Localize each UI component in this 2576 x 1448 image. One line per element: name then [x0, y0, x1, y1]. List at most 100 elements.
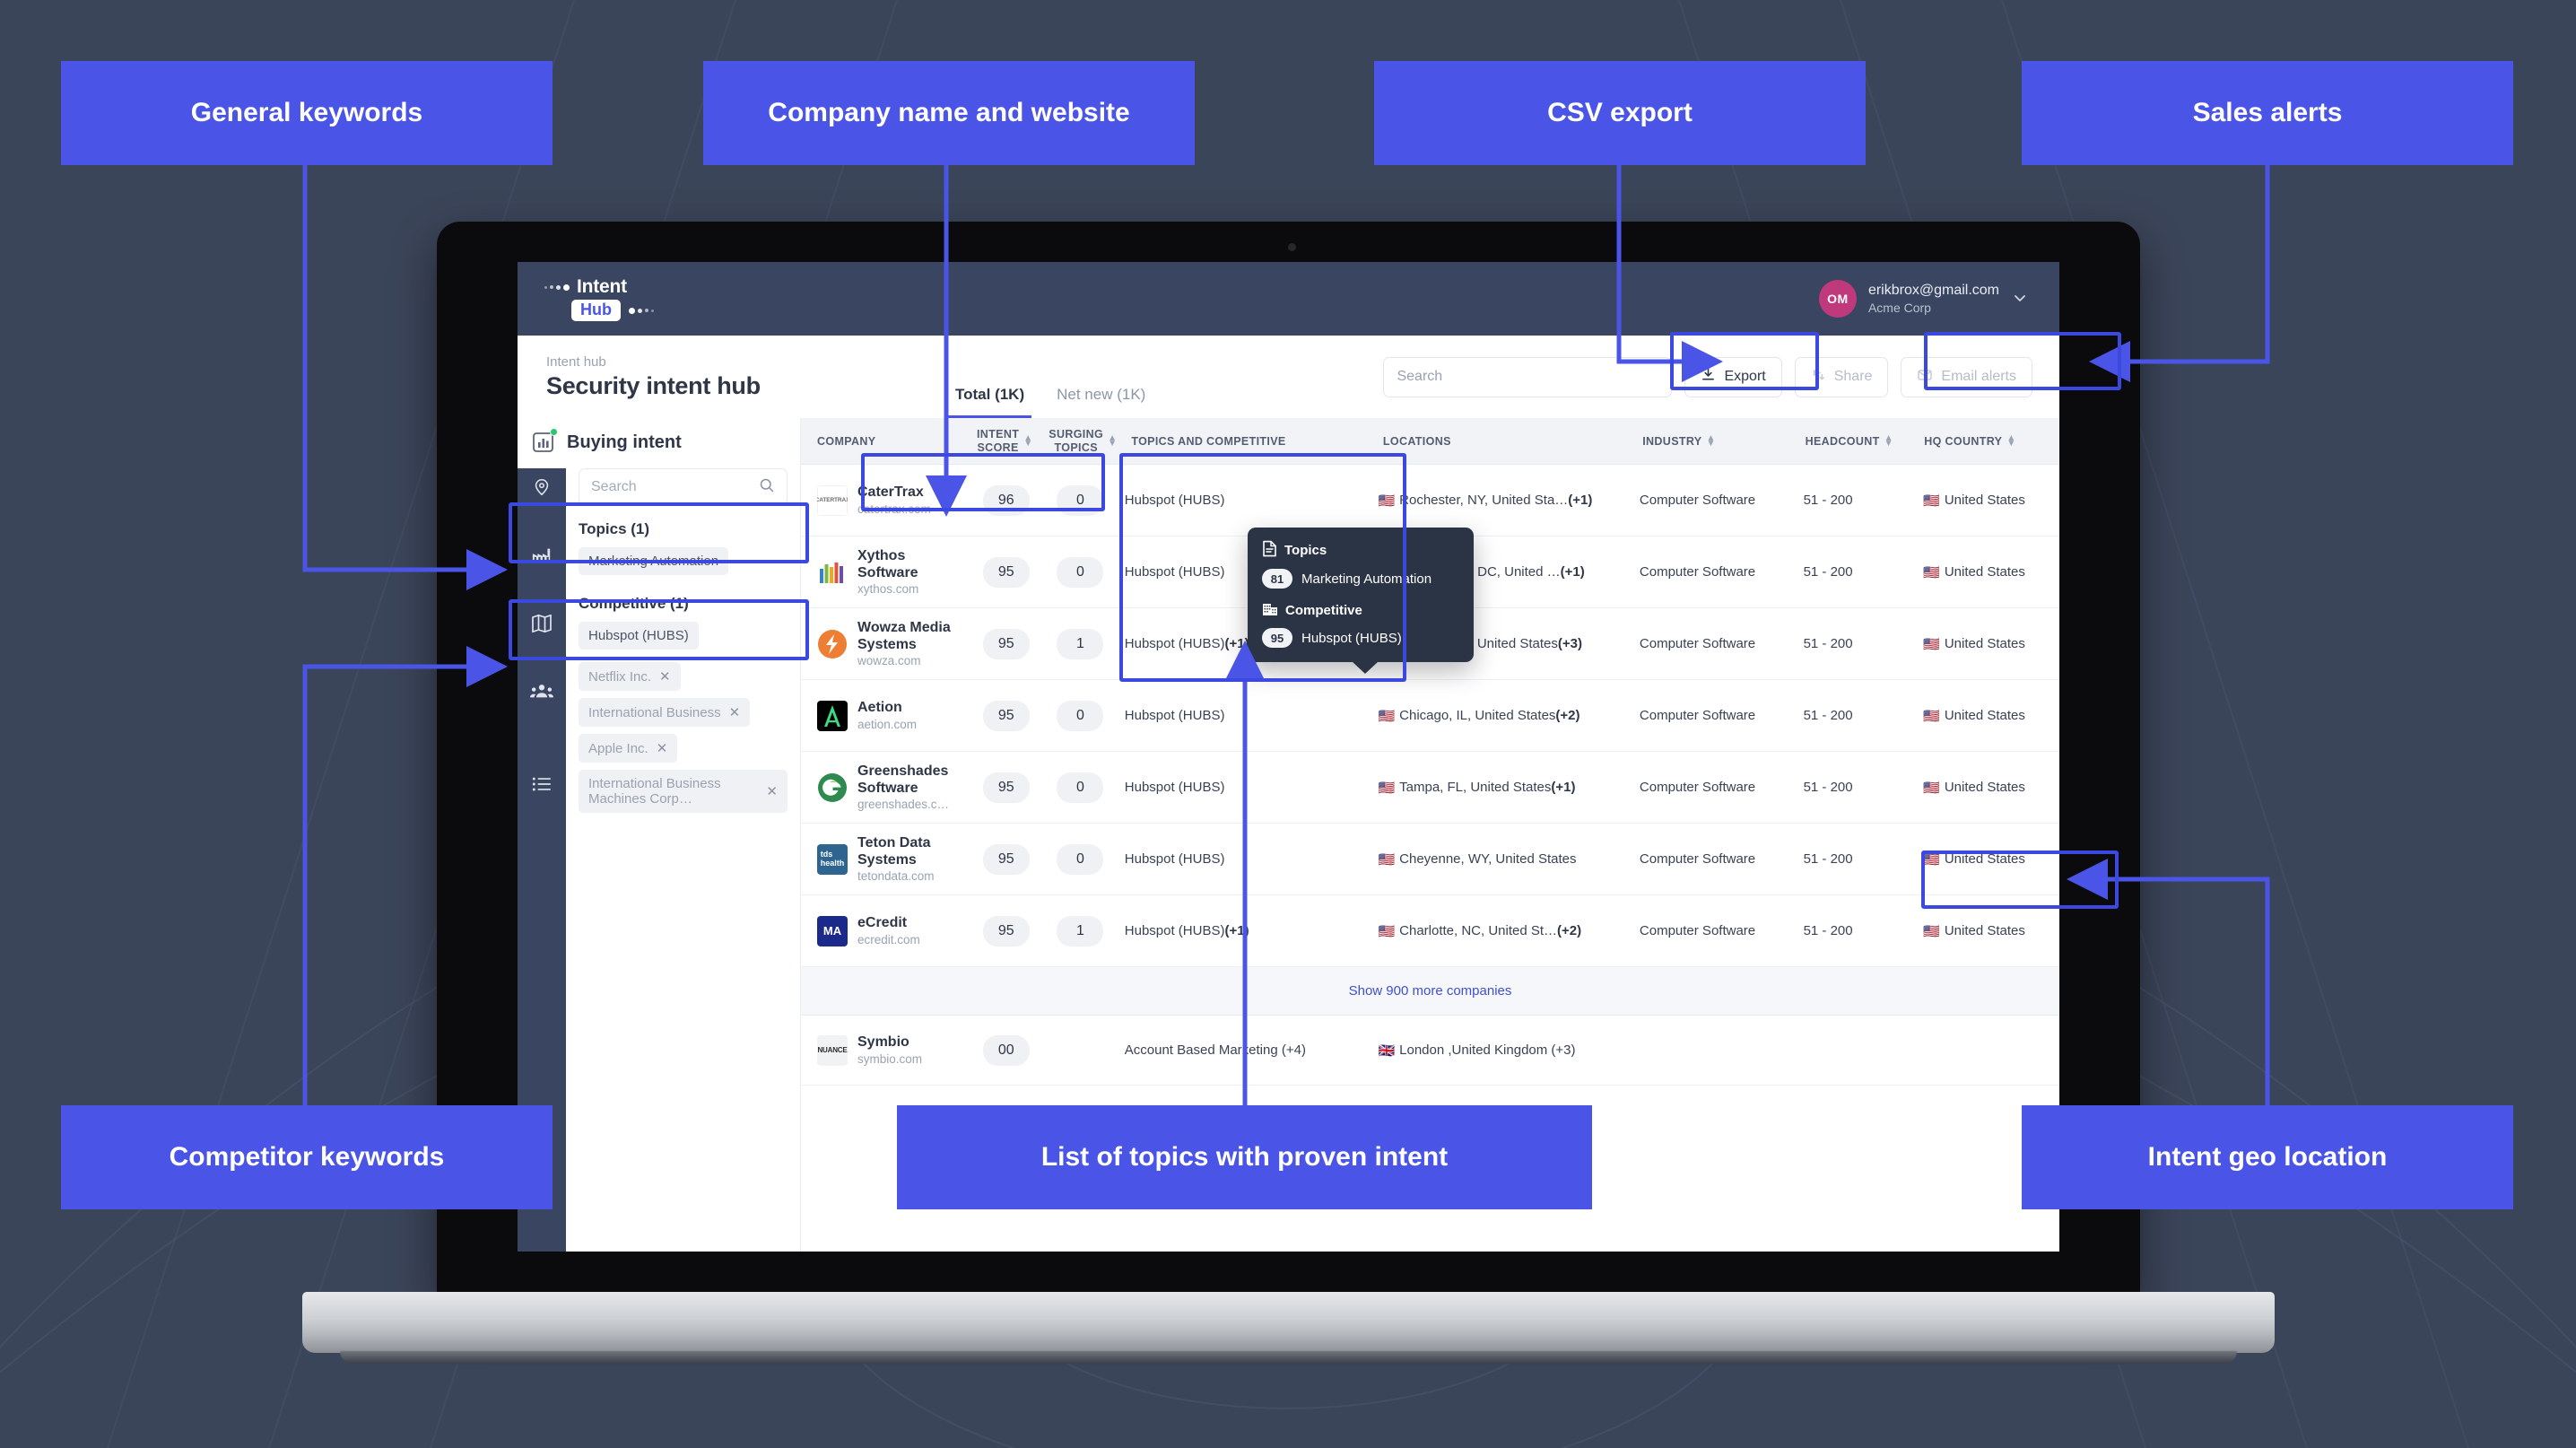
- locations-cell: 🇺🇸 Tampa, FL, United States (+1): [1378, 780, 1576, 796]
- highlight-export-button: [1670, 332, 1819, 390]
- chevron-down-icon[interactable]: [2011, 289, 2029, 310]
- locations-cell: 🇺🇸 Cheyenne, WY, United States: [1378, 851, 1577, 868]
- intent-score: 00: [982, 1034, 1030, 1066]
- location-pin-icon[interactable]: [532, 477, 552, 497]
- company-name[interactable]: Teton Data Systems: [857, 835, 962, 869]
- headcount-cell: 51 - 200: [1803, 923, 1853, 938]
- company-name[interactable]: Xythos Software: [857, 548, 962, 582]
- highlight-topics-filter: [509, 502, 809, 563]
- sort-icon[interactable]: ▲ ▼: [1884, 434, 1893, 449]
- filter-extra-chips: Netflix Inc. ✕ International Business ✕ …: [566, 651, 800, 815]
- chip-international-business[interactable]: International Business ✕: [579, 698, 751, 727]
- company-url[interactable]: greenshades.c…: [857, 798, 962, 811]
- close-icon[interactable]: ✕: [729, 704, 741, 720]
- locations-cell: 🇺🇸 Chicago, IL, United States (+2): [1378, 708, 1580, 724]
- breadcrumb[interactable]: Intent hub: [546, 354, 932, 370]
- company-url[interactable]: tetondata.com: [857, 869, 962, 883]
- us-flag: 🇺🇸: [1378, 851, 1396, 868]
- company-name[interactable]: Wowza Media Systems: [857, 620, 962, 654]
- surging-topics-cell: 0: [1043, 556, 1118, 588]
- search-input[interactable]: Search: [1383, 356, 1673, 397]
- filter-panel-title: Buying intent: [567, 432, 682, 452]
- industry-cell: Computer Software: [1639, 923, 1756, 938]
- company-name[interactable]: Greenshades Software: [857, 763, 962, 798]
- company-url[interactable]: ecredit.com: [857, 933, 920, 946]
- intent-score-cell: 95: [969, 772, 1043, 803]
- wowza-logo: [817, 629, 848, 659]
- tab-total[interactable]: Total (1K): [939, 386, 1040, 418]
- company-name[interactable]: Symbio: [857, 1034, 922, 1051]
- headcount-cell: 51 - 200: [1803, 851, 1853, 867]
- col-company[interactable]: COMPANY: [810, 435, 968, 448]
- intent-score-cell: 95: [969, 628, 1043, 659]
- company-name[interactable]: Aetion: [857, 700, 917, 717]
- table-row[interactable]: tds health Teton Data Systems tetondata.com…: [801, 824, 2059, 895]
- company-url[interactable]: wowza.com: [857, 654, 962, 667]
- company-url[interactable]: symbio.com: [857, 1052, 922, 1066]
- sort-icon[interactable]: ▲ ▼: [2006, 434, 2015, 449]
- people-icon[interactable]: [530, 682, 553, 700]
- tetondata-logo: tds health: [817, 843, 848, 875]
- aetion-logo: [817, 700, 848, 731]
- highlight-email-alerts: [1924, 332, 2121, 390]
- us-flag: 🇺🇸: [1923, 636, 1940, 652]
- col-headcount[interactable]: HEADCOUNT ▲ ▼: [1798, 434, 1918, 449]
- brand-logo[interactable]: Intent Hub: [544, 276, 654, 321]
- chip-apple[interactable]: Apple Inc. ✕: [579, 734, 678, 763]
- sort-icon[interactable]: ▲ ▼: [1108, 434, 1117, 449]
- col-intent-score[interactable]: INTENT SCORE ▲ ▼: [968, 428, 1041, 454]
- hq-country-cell: 🇺🇸 United States: [1923, 636, 2025, 652]
- table-row[interactable]: Greenshades Software greenshades.c… 95 0 Hub…: [801, 752, 2059, 824]
- industry-cell: Computer Software: [1639, 780, 1756, 795]
- sort-icon[interactable]: ▲ ▼: [1023, 434, 1032, 449]
- uk-flag: 🇬🇧: [1378, 1042, 1396, 1059]
- col-industry[interactable]: INDUSTRY ▲ ▼: [1635, 434, 1797, 449]
- catertrax-logo: CATERTRAX: [817, 484, 848, 516]
- hq-country-cell: 🇺🇸 United States: [1923, 923, 2025, 939]
- callout-sales-alerts: Sales alerts: [2022, 61, 2513, 165]
- show-more-button[interactable]: Show 900 more companies: [801, 967, 2059, 1016]
- close-icon[interactable]: ✕: [657, 740, 668, 756]
- tab-net-new[interactable]: Net new (1K): [1040, 386, 1162, 418]
- chip-ibm[interactable]: International Business Machines Corp… ✕: [579, 770, 788, 813]
- intent-score-cell: 95: [969, 843, 1043, 875]
- table-row[interactable]: Aetion aetion.com 95 0 Hubspot (HUBS) 🇺🇸 Chica…: [801, 680, 2059, 752]
- hq-country-cell: 🇺🇸 United States: [1923, 493, 2025, 509]
- account-email: erikbrox@gmail.com: [1867, 282, 1999, 298]
- col-surging-topics[interactable]: SURGING TOPICS ▲ ▼: [1041, 428, 1124, 454]
- table-row[interactable]: MA eCredit ecredit.com 95 1 Hubspot (HUBS) (+…: [801, 895, 2059, 967]
- close-icon[interactable]: ✕: [659, 668, 671, 685]
- list-icon[interactable]: [532, 775, 552, 793]
- chip-netflix[interactable]: Netflix Inc. ✕: [579, 662, 681, 691]
- col-topics-competitive: TOPICS AND COMPETITIVE: [1131, 434, 1286, 448]
- company-url[interactable]: xythos.com: [857, 582, 962, 596]
- us-flag: 🇺🇸: [1923, 708, 1940, 724]
- chip-label: Netflix Inc.: [588, 668, 652, 685]
- topics-cell: Hubspot (HUBS): [1124, 708, 1225, 723]
- xythos-logo: [817, 557, 848, 588]
- company-url[interactable]: aetion.com: [857, 718, 917, 731]
- brand-hub-chip: Hub: [571, 300, 621, 321]
- account-menu[interactable]: OM erikbrox@gmail.com Acme Corp: [1818, 280, 2029, 318]
- sort-icon[interactable]: ▲ ▼: [1706, 434, 1715, 449]
- filter-panel-header: Buying intent: [518, 418, 800, 468]
- chip-label: International Business Machines Corp…: [588, 776, 721, 807]
- us-flag: 🇺🇸: [1378, 708, 1396, 724]
- hq-country-cell: 🇺🇸 United States: [1923, 780, 2025, 796]
- locations-cell: 🇺🇸 Charlotte, NC, United St… (+2): [1378, 923, 1582, 939]
- filter-search-input[interactable]: Search: [579, 468, 788, 506]
- topics-value: Account Based Marketing (+4): [1124, 1042, 1306, 1058]
- col-hq-country[interactable]: HQ COUNTRY ▲ ▼: [1917, 434, 2059, 449]
- headcount-cell: 51 - 200: [1803, 564, 1853, 580]
- view-tabs: Total (1K) Net new (1K): [939, 336, 1162, 418]
- chip-label: Apple Inc.: [588, 740, 648, 756]
- page-title: Security intent hub: [546, 371, 761, 399]
- page-header: Intent hub Security intent hub Total (1K…: [518, 336, 2059, 418]
- close-icon[interactable]: ✕: [766, 783, 778, 799]
- app-topbar: Intent Hub OM erikbrox@gmail.com Acme Co…: [518, 262, 2059, 336]
- search-icon[interactable]: [759, 477, 775, 498]
- company-name[interactable]: eCredit: [857, 915, 920, 932]
- callout-csv-export: CSV export: [1374, 61, 1866, 165]
- table-row-overflow[interactable]: NUANCE Symbio symbio.com 00 Account Base…: [801, 1016, 2059, 1086]
- surging-topics-cell: 1: [1043, 628, 1118, 659]
